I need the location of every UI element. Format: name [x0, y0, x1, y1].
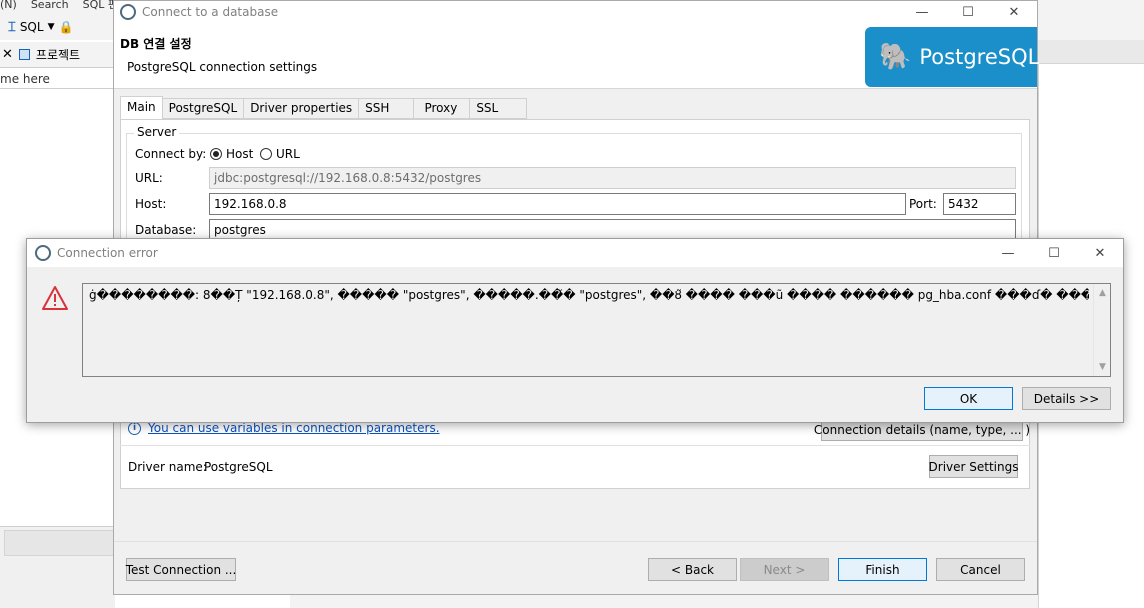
maximize-icon[interactable]: ☐: [945, 1, 991, 23]
connect-by-host-label: Host: [226, 147, 254, 161]
ide-toolbar: ⌶ SQL ▼ 🔒: [0, 14, 115, 40]
driver-name-value: PostgreSQL: [204, 460, 273, 474]
driver-name-label: Driver name:: [128, 460, 207, 474]
error-message-text: ġ��������: 8��Ț "192.168.0.8", ����� "po…: [89, 288, 1089, 302]
connect-by-url-radio[interactable]: URL: [260, 147, 300, 161]
port-input[interactable]: 5432: [943, 193, 1016, 215]
host-label: Host:: [135, 197, 167, 211]
back-button[interactable]: < Back: [648, 558, 737, 581]
close-icon[interactable]: ✕: [1077, 242, 1123, 264]
connect-dialog-header: DB 연결 설정 PostgreSQL connection settings …: [114, 23, 1040, 89]
sql-toolbar-label[interactable]: SQL: [20, 20, 44, 34]
sql-editor-icon[interactable]: ⌶: [8, 20, 16, 35]
connect-dialog-title-area: Connect to a database: [120, 4, 278, 20]
port-label: Port:: [909, 197, 937, 211]
test-connection-button[interactable]: Test Connection ...: [126, 558, 236, 581]
warning-icon: [41, 285, 69, 314]
connection-tabs: Main PostgreSQL Driver properties SSH Pr…: [120, 96, 528, 119]
project-icon: [18, 49, 30, 60]
lock-icon[interactable]: 🔒: [58, 20, 73, 34]
radio-unselected-icon[interactable]: [260, 148, 272, 160]
dialog-subheading: PostgreSQL connection settings: [127, 60, 318, 74]
project-tab-label[interactable]: 프로젝트: [36, 46, 80, 63]
host-input[interactable]: 192.168.0.8: [209, 193, 906, 215]
scroll-up-icon[interactable]: ▲: [1094, 285, 1111, 301]
connection-error-dialog: Connection error — ☐ ✕ ġ��������: 8��Ț "…: [26, 238, 1124, 423]
connect-by-host-radio[interactable]: Host: [210, 147, 253, 161]
app-logo-icon: [120, 4, 136, 20]
menu-item-n[interactable]: (N): [0, 0, 17, 11]
postgresql-banner-text: PostgreSQL: [919, 45, 1040, 69]
connect-by-url-label: URL: [276, 147, 300, 161]
finish-button[interactable]: Finish: [838, 558, 927, 581]
ok-button[interactable]: OK: [924, 387, 1013, 410]
menu-item-search[interactable]: Search: [31, 0, 69, 11]
info-icon: i: [128, 421, 141, 435]
ide-status-strip: [290, 594, 1038, 608]
details-button[interactable]: Details >>: [1022, 387, 1111, 410]
connect-dialog-title: Connect to a database: [142, 5, 279, 19]
tab-postgresql[interactable]: PostgreSQL: [162, 98, 245, 119]
error-dialog-controls: — ☐ ✕: [985, 242, 1123, 264]
ide-bottom-row: [4, 530, 115, 556]
cancel-button[interactable]: Cancel: [936, 558, 1025, 581]
maximize-icon[interactable]: ☐: [1031, 242, 1077, 264]
ide-menu-bar: (N) Search SQL 편: [0, 0, 115, 14]
close-icon[interactable]: ✕: [2, 47, 13, 62]
scroll-down-icon[interactable]: ▼: [1094, 359, 1111, 375]
tab-main[interactable]: Main: [120, 96, 163, 119]
tab-ssl[interactable]: SSL: [470, 98, 528, 119]
separator: [120, 445, 1030, 446]
dropdown-arrow-icon[interactable]: ▼: [48, 22, 55, 32]
footer-separator: [114, 541, 1037, 542]
database-label: Database:: [135, 223, 197, 237]
error-message-box[interactable]: ġ��������: 8��Ț "192.168.0.8", ����� "po…: [82, 283, 1111, 377]
postgresql-banner: 🐘 PostgreSQL: [865, 27, 1040, 87]
error-dialog-title: Connection error: [57, 246, 158, 260]
minimize-icon[interactable]: —: [899, 1, 945, 23]
postgresql-elephant-icon: 🐘: [879, 42, 912, 72]
close-icon[interactable]: ✕: [991, 1, 1037, 23]
next-button[interactable]: Next >: [740, 558, 829, 581]
driver-settings-button[interactable]: Driver Settings: [929, 455, 1018, 478]
url-label: URL:: [135, 171, 163, 185]
tab-ssh[interactable]: SSH: [359, 98, 415, 119]
variables-link[interactable]: You can use variables in connection para…: [148, 421, 440, 435]
ide-project-tabbar: ✕ 프로젝트: [0, 42, 115, 68]
connect-dialog-titlebar: Connect to a database — ☐ ✕: [114, 1, 1037, 23]
minimize-icon[interactable]: —: [985, 242, 1031, 264]
tab-proxy[interactable]: Proxy: [414, 98, 471, 119]
error-dialog-titlebar: Connection error — ☐ ✕: [27, 239, 1123, 267]
error-message-scrollbar[interactable]: ▲ ▼: [1093, 284, 1110, 376]
dialog-heading: DB 연결 설정: [120, 37, 192, 51]
connect-dialog-controls: — ☐ ✕: [899, 1, 1037, 23]
connect-by-label: Connect by:: [135, 147, 207, 161]
menu-item-sql[interactable]: SQL 편: [83, 0, 115, 11]
variables-hint: i You can use variables in connection pa…: [128, 421, 440, 435]
ide-right-toolbar: [1038, 40, 1144, 64]
project-filter-input[interactable]: me here: [0, 69, 115, 89]
url-input[interactable]: jdbc:postgresql://192.168.0.8:5432/postg…: [209, 167, 1016, 189]
server-group-label: Server: [134, 125, 180, 139]
radio-selected-icon[interactable]: [210, 148, 222, 160]
app-logo-icon: [35, 245, 51, 261]
tab-driver-properties[interactable]: Driver properties: [244, 98, 360, 119]
error-dialog-title-area: Connection error: [35, 245, 158, 261]
